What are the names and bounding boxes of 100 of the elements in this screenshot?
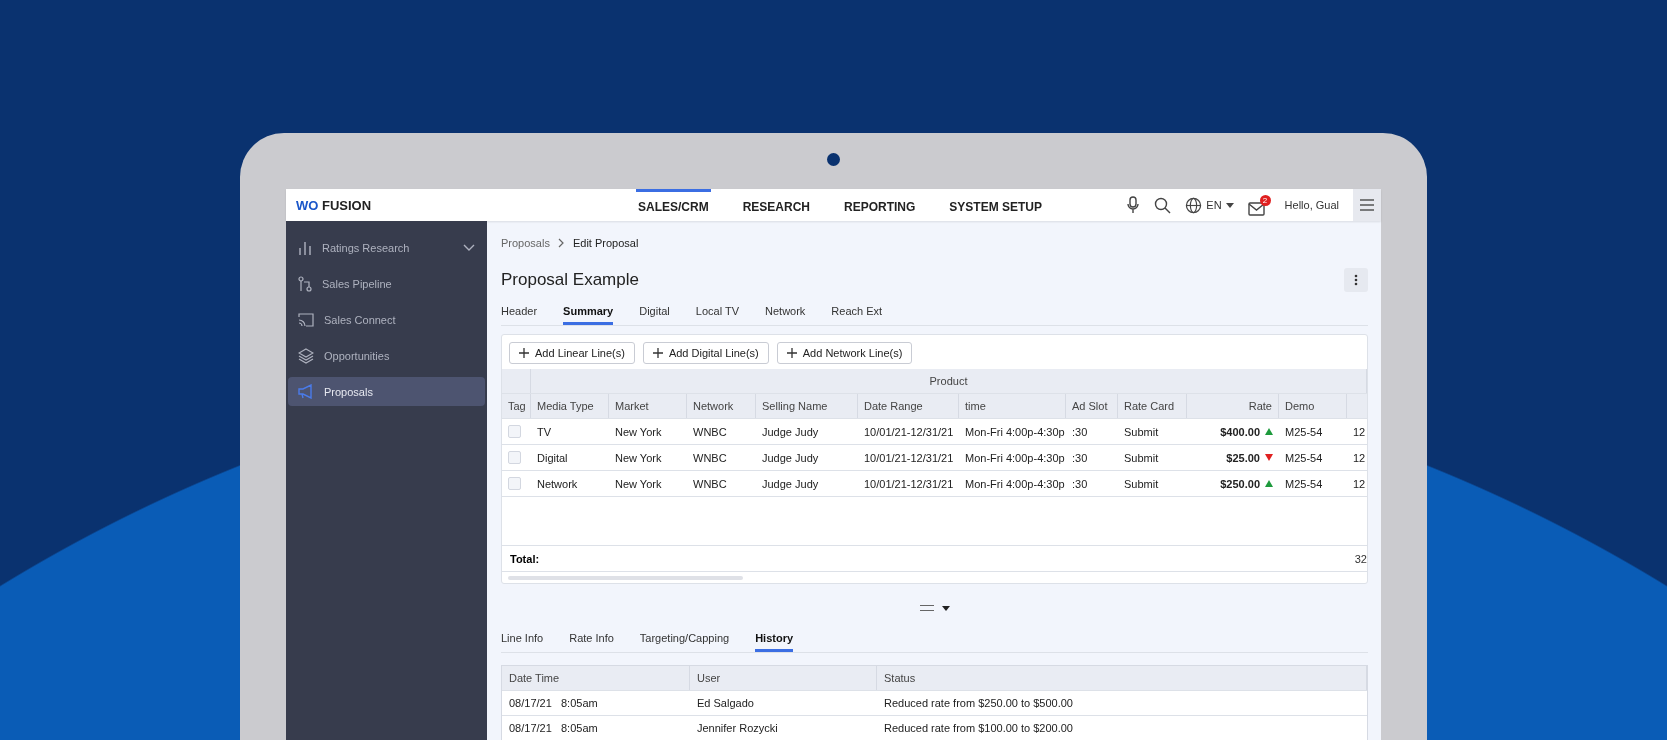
table-cell-text: New York [614, 476, 663, 492]
plus-icon [652, 348, 663, 358]
tab[interactable]: Header [501, 305, 538, 325]
table-cell-text: WNBC [692, 450, 728, 466]
nav-tab[interactable]: REPORTING [842, 189, 918, 221]
header-cell: Status [877, 666, 1367, 690]
header-cell: Selling Name [756, 394, 858, 418]
nav-tab[interactable]: SYSTEM SETUP [947, 189, 1045, 221]
tab[interactable]: Line Info [501, 632, 544, 652]
table-cell-text: :30 [1071, 476, 1089, 492]
table-cell-text: 08/17/21 8:05am [508, 696, 599, 711]
camera-icon [827, 153, 840, 166]
header-cell: Rate Card [1118, 394, 1187, 418]
table-cell-text: Reduced rate from $250.00 to $500.00 [883, 696, 1074, 711]
add-line-button[interactable]: Add Linear Line(s) [509, 342, 635, 364]
header-cell: User [690, 666, 877, 690]
microphone-icon[interactable] [1126, 196, 1141, 214]
mail-button[interactable]: 2 [1247, 194, 1271, 216]
menu-button[interactable] [1353, 189, 1381, 221]
table-cell-text: M25-54 [1284, 450, 1324, 466]
header-cell: Date Time [502, 666, 690, 690]
table-cell-text: Ed Salgado [696, 696, 755, 711]
page-title: Proposal Example [501, 270, 639, 290]
tab[interactable]: Local TV [695, 305, 739, 325]
table-cell-text: Submit [1123, 450, 1160, 466]
table-cell-text: Judge Judy [761, 424, 820, 440]
sidebar-item[interactable]: Sales Connect [288, 305, 485, 334]
caret-icon[interactable] [941, 605, 950, 611]
nav-tab[interactable]: SALES/CRM [636, 189, 711, 221]
header-cell: Market [609, 394, 687, 418]
table-cell-text: 12 [1352, 476, 1367, 492]
table-cell-text: Mon-Fri 4:00p-4:30p [964, 476, 1066, 492]
tab[interactable]: Targeting/Capping [639, 632, 730, 652]
header-cell: Demo [1279, 394, 1347, 418]
add-line-button[interactable]: Add Digital Line(s) [642, 342, 769, 364]
table-cell-text: Jennifer Rozycki [696, 721, 779, 736]
table-cell-text: Mon-Fri 4:00p-4:30p [964, 450, 1066, 466]
tag-checkbox[interactable] [508, 451, 521, 464]
table-cell-text: 12 [1352, 450, 1367, 466]
tab[interactable]: Summary [563, 305, 614, 325]
tab[interactable]: Rate Info [569, 632, 614, 652]
header-cell: Date Range [858, 394, 959, 418]
header-cell: Rate [1187, 394, 1279, 418]
megaphone-icon [298, 384, 314, 399]
table-cell-text: 10/01/21-12/31/21 [863, 424, 955, 440]
sidebar-item[interactable]: Opportunities [288, 341, 485, 370]
table-cell-text: WNBC [692, 424, 728, 440]
rate-cell: $400.00 [1220, 425, 1260, 438]
rate-cell: $25.00 [1226, 451, 1260, 464]
plus-icon [786, 348, 797, 358]
caret-icon [1225, 202, 1234, 208]
greeting-text: Hello, Gual [1284, 199, 1339, 211]
tab[interactable]: Reach Ext [831, 305, 883, 325]
search-icon[interactable] [1154, 196, 1172, 214]
resize-handle[interactable] [919, 605, 934, 611]
table-cell-text: Mon-Fri 4:00p-4:30p [964, 424, 1066, 440]
bar-chart-icon [298, 240, 312, 255]
table-cell-text: Submit [1123, 424, 1160, 440]
tab[interactable]: History [755, 632, 794, 652]
sidebar-item[interactable]: Sales Pipeline [288, 269, 485, 298]
table-cell-text: M25-54 [1284, 424, 1324, 440]
breadcrumb-link[interactable]: Proposals [501, 236, 550, 249]
chevron-down-icon[interactable] [463, 243, 475, 252]
table-cell-text: Submit [1123, 476, 1160, 492]
table-cell-text: Judge Judy [761, 450, 820, 466]
notification-badge: 2 [1259, 194, 1271, 206]
tab[interactable]: Network [765, 305, 806, 325]
tab[interactable]: Digital [639, 305, 670, 325]
nav-tab[interactable]: RESEARCH [740, 189, 812, 221]
total-value: 32 [1354, 551, 1367, 567]
header-cell: Media Type [531, 394, 609, 418]
table-cell-text: Judge Judy [761, 476, 820, 492]
menu-icon [1360, 199, 1374, 211]
more-icon [1354, 274, 1358, 286]
table-cell-text: :30 [1071, 424, 1089, 440]
table-cell-text: Digital [536, 450, 569, 466]
header-cell: time [959, 394, 1066, 418]
tag-checkbox[interactable] [508, 477, 521, 490]
sidebar-item[interactable]: Ratings Research [288, 233, 485, 262]
table-cell-text: 10/01/21-12/31/21 [863, 450, 955, 466]
group-header-cell: Product [531, 369, 1367, 393]
add-line-button[interactable]: Add Network Line(s) [776, 342, 913, 364]
scrollbar-thumb[interactable] [508, 575, 743, 580]
cast-icon [298, 312, 314, 327]
chevron-right-icon [557, 237, 565, 248]
header-cell: Ad Slot [1066, 394, 1118, 418]
language-selector[interactable]: EN [1185, 196, 1234, 214]
layers-icon [298, 347, 314, 364]
table-cell-text: New York [614, 450, 663, 466]
plus-icon [519, 348, 529, 358]
header-cell: Network [687, 394, 756, 418]
sidebar-item[interactable]: Proposals [288, 377, 485, 406]
table-cell-text: New York [614, 424, 663, 440]
more-button[interactable] [1344, 268, 1368, 292]
table-cell-text: Reduced rate from $100.00 to $200.00 [883, 721, 1074, 736]
header-cell: Tag [502, 394, 531, 418]
tag-checkbox[interactable] [508, 425, 521, 438]
table-cell-text: :30 [1071, 450, 1089, 466]
table-cell-text: 10/01/21-12/31/21 [863, 476, 955, 492]
pipeline-icon [298, 275, 312, 292]
